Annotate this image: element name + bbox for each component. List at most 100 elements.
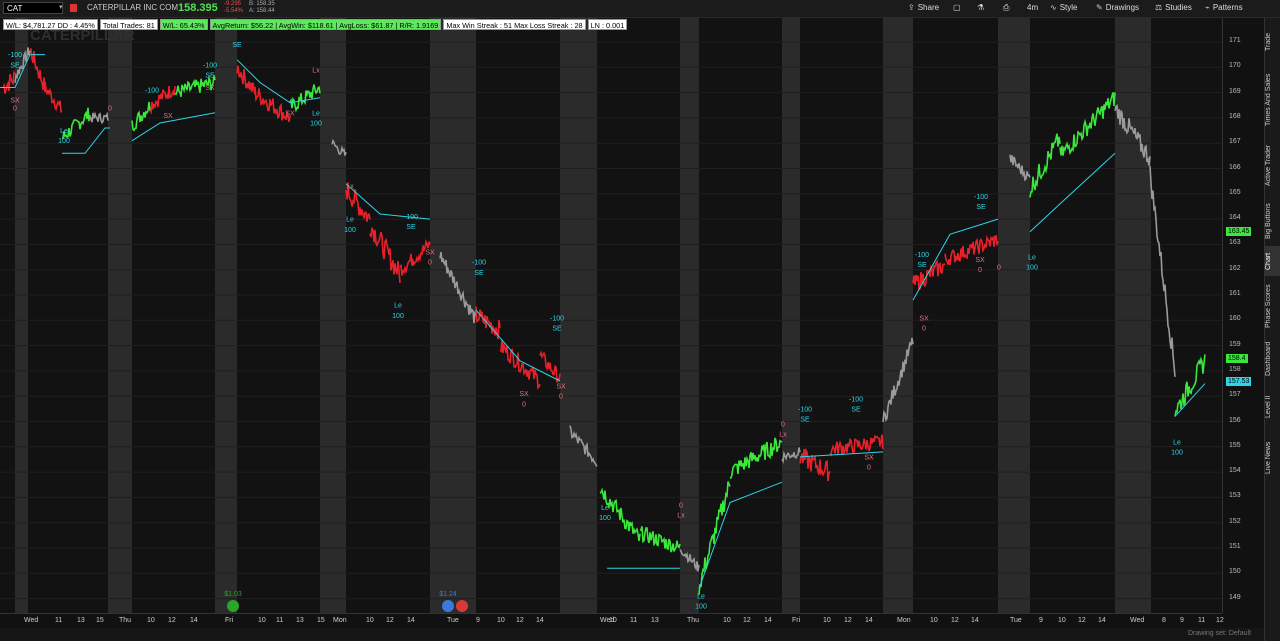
signal-label: 0 [428,260,432,267]
style-button[interactable]: ∿ Style [1050,3,1078,12]
time-tick: Mon [333,617,347,624]
signal-label: -100 [798,406,812,413]
signal-label: Le [312,110,320,117]
studies-button[interactable]: ⚖ Studies [1155,3,1192,12]
price-tick: 154 [1229,467,1241,475]
tab-active-trader[interactable]: Active Trader [1265,136,1280,194]
signal-label: Le [601,505,609,512]
time-tick: 9 [1180,617,1184,624]
session-band [320,18,346,613]
price-segment [29,47,46,93]
signal-label: Lx [346,184,354,191]
time-tick: Tue [1010,617,1022,624]
stat-wl-amount: W/L: $4,781.27 DD : 4.45% [3,19,98,30]
price-chart[interactable]: -100 SE SX 0 Le 100 0 -100 SX -100 SE SX SE SX Le 100 Lx… [0,18,1222,613]
drawings-button[interactable]: ✎ Drawings [1096,3,1139,12]
bid-ask: B: 158.35 A: 158.44 [249,1,275,14]
price-segment [1174,354,1206,417]
flag-icon[interactable] [70,4,77,12]
flask-icon[interactable]: ⚗ [977,3,984,12]
time-tick: 10 [930,617,938,624]
time-tick: 13 [651,617,659,624]
price-tick: 155 [1229,441,1241,449]
signal-label: 0 [13,105,17,112]
drawing-set-label[interactable]: Drawing set: Default [1188,630,1251,637]
time-tick: 12 [1078,617,1086,624]
signal-label: Lx [312,67,320,74]
session-band [680,18,699,613]
signal-label: SX [919,315,929,322]
stat-wl-pct: W/L: 65.43% [159,19,208,30]
signal-label: SX [519,391,529,398]
price-tick: 168 [1229,112,1241,120]
signal-label: 100 [599,515,611,522]
price-segment [539,350,561,383]
print-icon[interactable]: ⎙ [1003,3,1009,13]
session-band [430,18,476,613]
time-tick: Wed [24,617,39,624]
price-tick: 170 [1229,62,1241,70]
signal-label: Le [1173,439,1181,446]
tab-trade[interactable]: Trade [1265,22,1280,62]
price-tick: 169 [1229,87,1241,95]
top-toolbar: CAT ▾ CATERPILLAR INC COM 158.395 -9.295… [0,0,1280,18]
earnings-icon [442,600,454,612]
signal-label: 100 [58,138,70,145]
price-segment [44,81,63,113]
signal-label: Lx [779,432,787,439]
tab-dashboard[interactable]: Dashboard [1265,334,1280,384]
symbol-input[interactable]: CAT [3,2,63,14]
time-axis[interactable]: Wed 11 13 15 Thu 10 12 14 Fri 10 11 13 15 Mon 10 12 14 Tu… [0,613,1224,629]
tab-big-buttons[interactable]: Big Buttons [1265,202,1280,240]
time-tick: 14 [190,617,198,624]
tab-level-ii[interactable]: Level II [1265,390,1280,424]
session-band [883,18,913,613]
time-tick: 11 [55,617,63,624]
timeframe-button[interactable]: 4m [1027,3,1038,12]
time-tick: 14 [1098,617,1106,624]
signal-label: Le [1028,255,1036,262]
page-icon[interactable]: ▢ [953,3,961,12]
time-tick: Thu [119,617,132,624]
price-segment [829,434,884,457]
chart-canvas[interactable]: -100SESX0Le1000-100SX-100SESXSESX Le100Lx… [0,18,1222,613]
price-tick: 167 [1229,138,1241,146]
session-band [782,18,800,613]
signal-label: -100 [915,252,929,259]
price-change: -9.295 -5.54% [224,1,244,14]
dividend-icon-label: $1.03 [224,591,242,598]
stat-streak: Max Win Streak : 51 Max Loss Streak : 28 [443,19,586,30]
signal-label: SX [285,110,295,117]
share-button[interactable]: ⇪ Share [908,3,939,12]
price-tick: 157 [1229,391,1241,399]
patterns-button[interactable]: ⌁ Patterns [1205,3,1243,12]
signal-label: SX [425,250,435,257]
time-tick: 10 [147,617,155,624]
time-tick: 13 [296,617,304,624]
signal-label: SE [800,417,810,424]
price-axis[interactable]: 163.45 158.4 157.53 171 170 169 168 167 166 16… [1222,18,1265,613]
earnings-icon-label: $1.24 [439,591,457,598]
signal-label: -100 [974,194,988,201]
symbol-dropdown-icon[interactable]: ▾ [59,3,63,11]
pencil-icon: ✎ [1096,3,1103,12]
tab-phase-scores[interactable]: Phase Scores [1265,284,1280,328]
price-tick: 159 [1229,340,1241,348]
tab-chart[interactable]: Chart [1265,246,1280,276]
time-tick: 9 [1039,617,1043,624]
time-tick: 12 [516,617,524,624]
tab-times-and-sales[interactable]: Times And Sales [1265,70,1280,130]
last-price: 158.395 [178,2,218,14]
signal-label: Le [346,217,354,224]
time-tick: 10 [258,617,266,624]
signal-label: 0 [679,503,683,510]
session-band [560,18,597,613]
tab-live-news[interactable]: Live News [1265,430,1280,486]
signal-label: -100 [203,62,217,69]
bottom-bar: Drawing set: Default [0,628,1264,641]
signal-label: SX [163,113,173,120]
signal-label: 100 [1026,265,1038,272]
price-tick: 150 [1229,568,1241,576]
price-tick: 156 [1229,416,1241,424]
price-segment [944,234,999,266]
